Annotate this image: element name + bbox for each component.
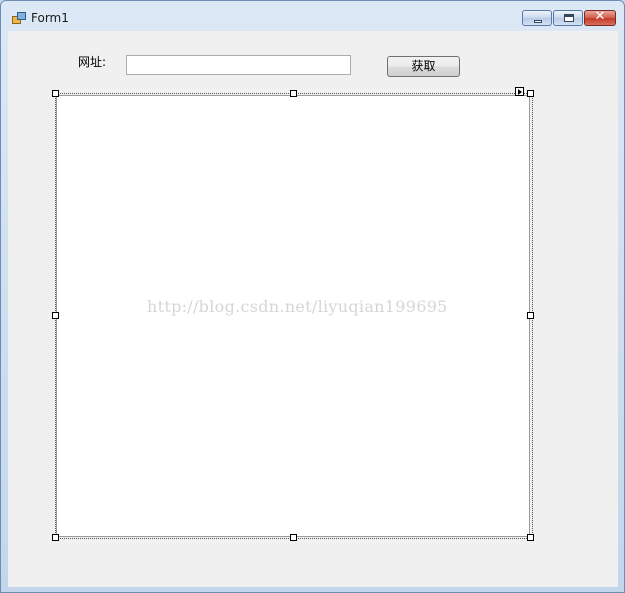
- close-button[interactable]: ✕: [584, 9, 616, 26]
- resize-handle-bottom-right[interactable]: [527, 534, 534, 541]
- minimize-icon: [534, 20, 542, 23]
- resize-handle-left[interactable]: [52, 312, 59, 319]
- maximize-button[interactable]: [553, 10, 583, 26]
- web-browser-control[interactable]: [56, 95, 530, 537]
- window-title: Form1: [31, 11, 69, 25]
- watermark-text: http://blog.csdn.net/liyuqian199695: [147, 297, 448, 316]
- resize-handle-right[interactable]: [527, 312, 534, 319]
- caption-buttons: ✕: [521, 9, 616, 28]
- form-icon: [12, 12, 26, 25]
- form-client-area: 网址: 获取 http://blog.csdn.net/liyuqian1996…: [8, 31, 618, 587]
- smart-tag-arrow-icon[interactable]: [515, 87, 524, 96]
- maximize-icon: [564, 14, 574, 22]
- url-input[interactable]: [126, 55, 351, 75]
- title-bar[interactable]: Form1 ✕: [1, 1, 624, 31]
- resize-handle-bottom-left[interactable]: [52, 534, 59, 541]
- resize-handle-bottom[interactable]: [290, 534, 297, 541]
- minimize-button[interactable]: [522, 10, 552, 26]
- resize-handle-top-left[interactable]: [52, 90, 59, 97]
- url-label: 网址:: [78, 55, 107, 69]
- close-icon: ✕: [594, 9, 606, 24]
- get-button[interactable]: 获取: [387, 56, 460, 77]
- resize-handle-top-right[interactable]: [527, 90, 534, 97]
- form-window: Form1 ✕ 网址: 获取 http://blog.csdn.net/liyu: [0, 0, 625, 593]
- resize-handle-top[interactable]: [290, 90, 297, 97]
